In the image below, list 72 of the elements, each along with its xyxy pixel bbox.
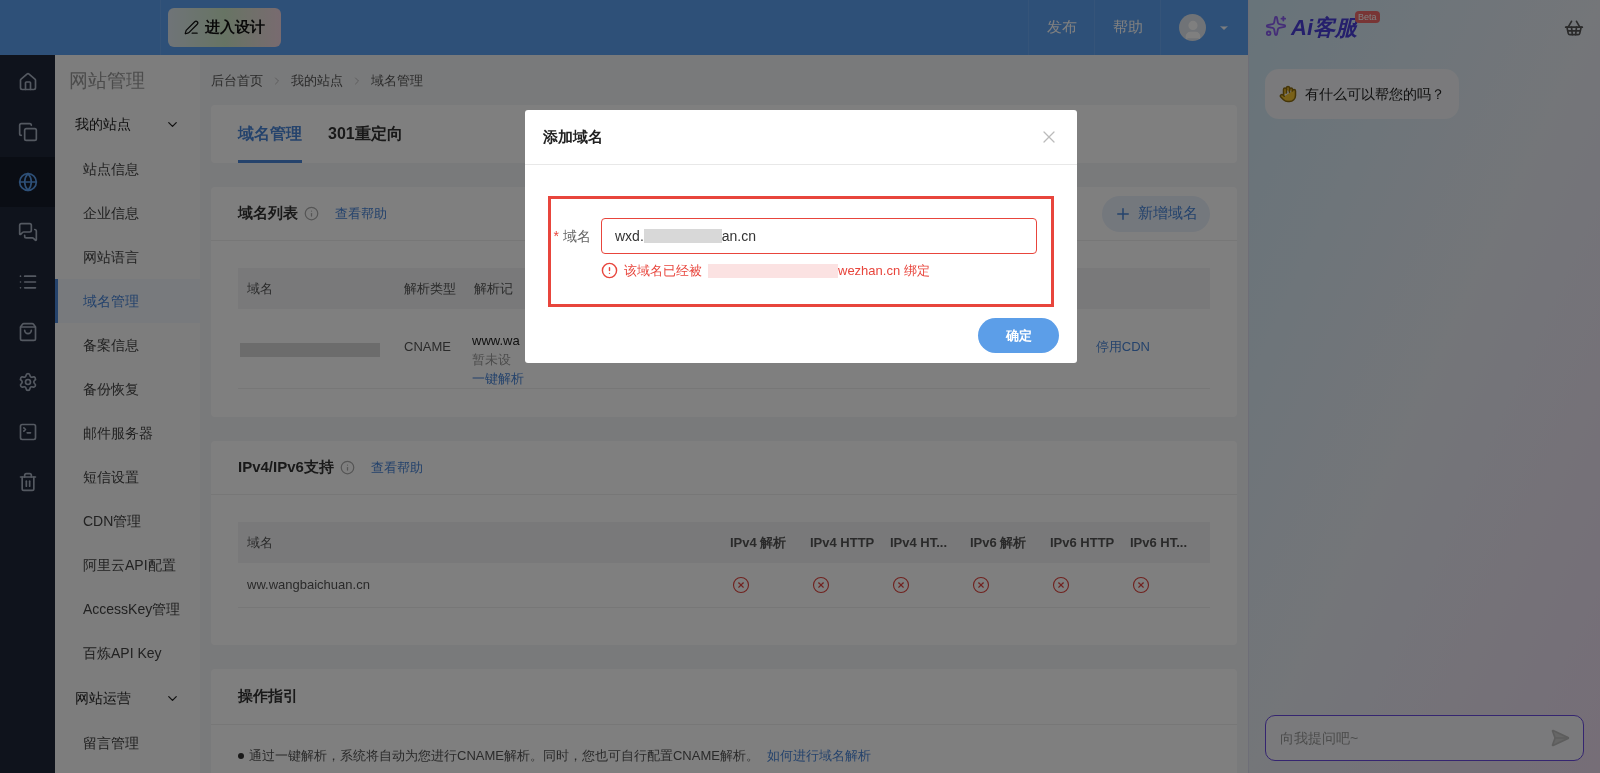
sidebar-item[interactable]: 短信设置 (55, 455, 200, 499)
error-message: 该域名已经被 (624, 262, 702, 280)
domain-input-field[interactable]: wxd. an.cn (601, 218, 1037, 254)
info-icon[interactable] (339, 460, 355, 475)
chat-icon (17, 222, 38, 242)
send-icon[interactable] (1550, 728, 1570, 748)
sidebar-item[interactable]: 阿里云API配置 (55, 543, 200, 587)
list-icon (17, 272, 38, 292)
guide-link[interactable]: 如何进行域名解析 (766, 746, 871, 766)
error-message: wezhan.cn 绑定 (838, 262, 930, 280)
tab[interactable]: 301重定向 (328, 107, 403, 163)
disable-cdn-link[interactable]: 停用CDN (1095, 331, 1150, 357)
section-title: 操作指引 (238, 686, 298, 707)
sidebar-item[interactable]: 域名管理 (55, 279, 200, 323)
sidebar-item[interactable]: 邮件服务器 (55, 411, 200, 455)
section-title: IPv4/IPv6支持 (238, 457, 334, 478)
error-icon (601, 262, 618, 280)
sidebar-item[interactable]: 站点信息 (55, 147, 200, 191)
column-header: 域名 (246, 279, 274, 298)
bullet-icon (238, 752, 244, 759)
breadcrumb-link[interactable]: 我的站点 (291, 71, 343, 91)
pages-icon (17, 122, 38, 142)
column-header: IPv4 HT... (890, 533, 949, 552)
section-title: 域名列表 (238, 203, 298, 224)
sidebar-group[interactable]: 网站运营 (55, 675, 200, 721)
basket-icon[interactable] (1564, 17, 1584, 38)
add-domain-button[interactable]: 新增域名 (1102, 195, 1210, 232)
trash-icon (17, 472, 38, 492)
sidebar-item[interactable]: 百炼API Key (55, 631, 200, 675)
dialog-title: 添加域名 (543, 126, 603, 147)
bag-icon (17, 322, 38, 342)
settings-icon (17, 372, 38, 392)
sparkle-icon (1265, 15, 1287, 37)
column-header: IPv6 HTTP (1050, 533, 1116, 552)
sidebar-item[interactable]: 留言管理 (55, 721, 200, 765)
help-link[interactable]: 查看帮助 (335, 203, 387, 224)
tab[interactable]: 域名管理 (238, 107, 302, 163)
column-header: 解析类型 (403, 279, 457, 298)
field-label: * 域名 (552, 226, 592, 246)
globe-icon (17, 172, 38, 192)
sidebar-group[interactable]: 我的站点 (55, 101, 200, 147)
help-link[interactable]: 查看帮助 (370, 457, 423, 478)
confirm-button[interactable]: 确定 (978, 318, 1059, 353)
enter-design-button[interactable]: 进入设计 (168, 8, 281, 47)
table-cell-text: www.wa (472, 332, 521, 350)
table-cell-text: ww.wangbaichuan.cn (246, 576, 371, 595)
assistant-logo: Ai客服 (1291, 15, 1357, 42)
top-menu-item[interactable]: 发布 (1028, 0, 1094, 55)
sidebar-item[interactable]: 企业信息 (55, 191, 200, 235)
sidebar-item[interactable]: CDN管理 (55, 499, 200, 543)
column-header: IPv4 HTTP (810, 533, 876, 552)
sidebar-item[interactable]: AccessKey管理 (55, 587, 200, 631)
home-icon (17, 72, 38, 92)
sidebar-item[interactable]: 网站语言 (55, 235, 200, 279)
column-header: IPv4 解析 (730, 533, 788, 552)
column-header: IPv6 HT... (1130, 533, 1189, 552)
rail-item[interactable] (0, 157, 55, 207)
top-menu-item[interactable]: 帮助 (1094, 0, 1160, 55)
sidebar-item[interactable]: 备案信息 (55, 323, 200, 367)
column-header: 解析记 (473, 279, 514, 298)
table-cell-text: CNAME (403, 338, 452, 356)
column-header: IPv6 解析 (970, 533, 1028, 552)
hand-icon (1279, 85, 1297, 103)
breadcrumb-link[interactable]: 域名管理 (371, 71, 423, 91)
edit-icon (184, 20, 199, 35)
breadcrumb-link[interactable]: 后台首页 (211, 71, 263, 91)
sidebar-item[interactable]: 备份恢复 (55, 367, 200, 411)
terminal-icon (17, 422, 38, 442)
chat-message: 有什么可以帮您的吗？ (1305, 84, 1445, 104)
info-icon[interactable] (304, 206, 319, 221)
avatar[interactable] (1179, 14, 1206, 41)
column-header: 域名 (246, 533, 274, 552)
